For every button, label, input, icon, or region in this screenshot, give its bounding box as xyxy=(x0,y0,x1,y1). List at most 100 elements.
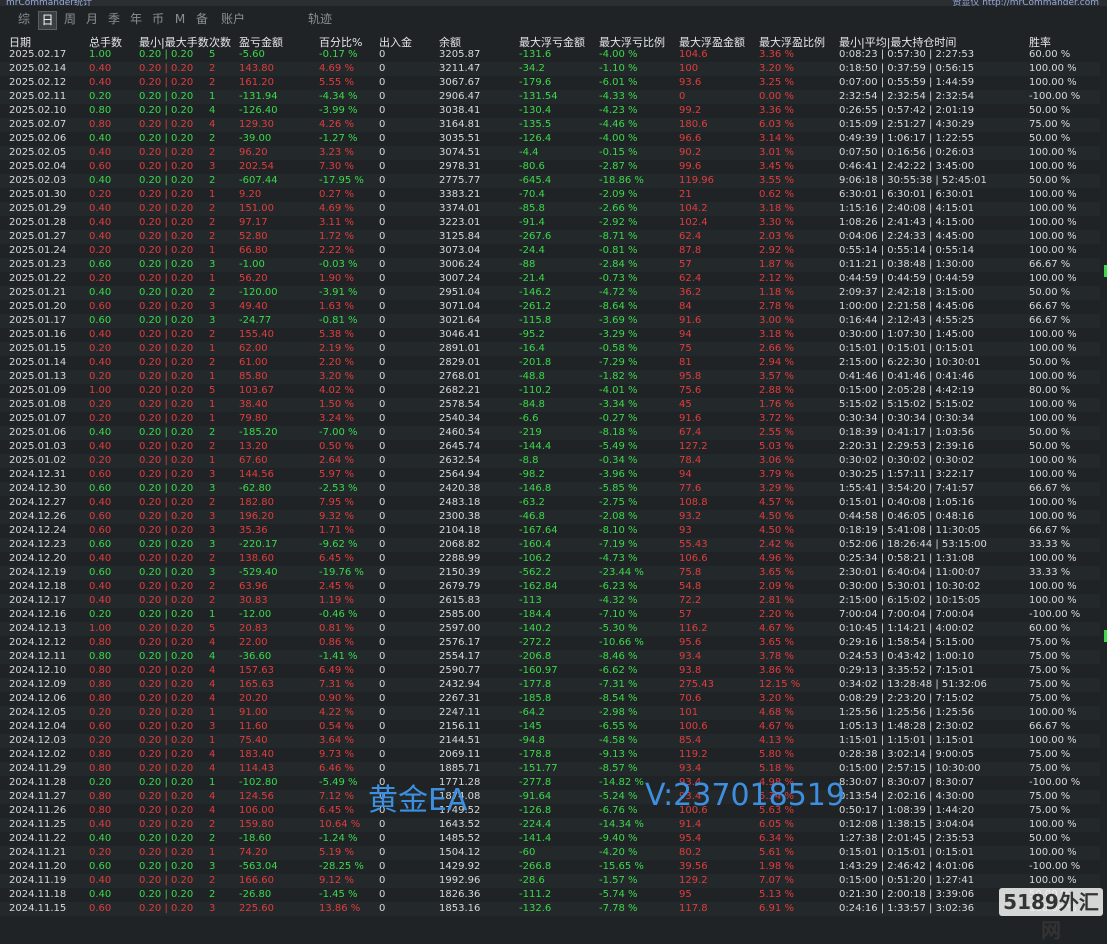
cell-percent: 2.20 % xyxy=(319,357,354,368)
table-row[interactable]: 2024.11.22 0.40 0.20 | 0.20 2 -18.60 -1.24 % 0… xyxy=(0,832,1100,846)
table-row[interactable]: 2025.01.27 0.40 0.20 | 0.20 2 52.80 1.72 % 0 31… xyxy=(0,230,1100,244)
cell-win-rate: 100.00 % xyxy=(1029,595,1077,606)
table-row[interactable]: 2025.01.13 0.20 0.20 | 0.20 1 85.80 3.20 % 0 27… xyxy=(0,370,1100,384)
table-row[interactable]: 2025.01.28 0.40 0.20 | 0.20 2 97.17 3.11 % 0 32… xyxy=(0,216,1100,230)
table-row[interactable]: 2025.01.15 0.20 0.20 | 0.20 1 62.00 2.19 % 0 28… xyxy=(0,342,1100,356)
table-row[interactable]: 2024.11.20 0.60 0.20 | 0.20 3 -563.04 -28.25 … xyxy=(0,860,1100,874)
table-row[interactable]: 2025.01.07 0.20 0.20 | 0.20 1 79.80 3.24 % 0 25… xyxy=(0,412,1100,426)
cell-win-rate: 75.00 % xyxy=(1029,679,1071,690)
table-row[interactable]: 2024.12.19 0.60 0.20 | 0.20 3 -529.40 -19.76 … xyxy=(0,566,1100,580)
table-row[interactable]: 2025.01.21 0.40 0.20 | 0.20 2 -120.00 -3.91 %… xyxy=(0,286,1100,300)
tab-monthly[interactable]: 月 xyxy=(84,11,100,28)
cell-min-max-lots: 0.20 | 0.20 xyxy=(139,91,194,102)
cell-pnl: 49.40 xyxy=(239,301,268,312)
table-row[interactable]: 2025.01.02 0.20 0.20 | 0.20 1 67.60 2.64 % 0 26… xyxy=(0,454,1100,468)
cell-balance: 2460.54 xyxy=(439,427,481,438)
cell-holding-time: 0:25:34 | 0:58:21 | 1:31:08 xyxy=(839,553,975,564)
tab-quarterly[interactable]: 季 xyxy=(106,11,122,28)
table-row[interactable]: 2025.02.04 0.60 0.20 | 0.20 3 202.54 7.30 % 0 2… xyxy=(0,160,1100,174)
table-row[interactable]: 2025.01.20 0.60 0.20 | 0.20 3 49.40 1.63 % 0 30… xyxy=(0,300,1100,314)
cell-deposit: 0 xyxy=(379,525,386,536)
cell-holding-time: 0:24:53 | 0:43:42 | 1:00:10 xyxy=(839,651,975,662)
cell-min-max-lots: 0.20 | 0.20 xyxy=(139,693,194,704)
cell-count: 2 xyxy=(209,63,216,74)
table-row[interactable]: 2025.02.05 0.40 0.20 | 0.20 2 96.20 3.23 % 0 30… xyxy=(0,146,1100,160)
cell-holding-time: 0:52:06 | 18:26:44 | 53:15:00 xyxy=(839,539,987,550)
table-row[interactable]: 2024.11.28 0.20 0.20 | 0.20 1 -102.80 -5.49 %… xyxy=(0,776,1100,790)
cell-max-float-profit: 91.6 xyxy=(679,413,702,424)
table-row[interactable]: 2025.01.24 0.20 0.20 | 0.20 1 66.80 2.22 % 0 30… xyxy=(0,244,1100,258)
table-row[interactable]: 2024.12.20 0.40 0.20 | 0.20 2 138.60 6.45 % 0 2… xyxy=(0,552,1100,566)
tab-overview[interactable]: 综 xyxy=(16,11,32,28)
tab-account[interactable]: 账户 xyxy=(218,11,248,28)
tab-currency[interactable]: 币 xyxy=(150,11,166,28)
tab-m[interactable]: M xyxy=(173,11,187,28)
table-row[interactable]: 2025.02.17 1.00 0.20 | 0.20 5 -5.60 -0.17 % 0 3… xyxy=(0,48,1100,62)
table-row[interactable]: 2025.01.22 0.20 0.20 | 0.20 1 56.20 1.90 % 0 30… xyxy=(0,272,1100,286)
table-row[interactable]: 2024.11.19 0.40 0.20 | 0.20 2 166.60 9.12 % 0 1… xyxy=(0,874,1100,888)
table-row[interactable]: 2024.12.02 0.80 0.20 | 0.20 4 183.40 9.73 % 0 2… xyxy=(0,748,1100,762)
cell-pnl: 22.00 xyxy=(239,637,268,648)
cell-percent: 6.49 % xyxy=(319,665,354,676)
table-row[interactable]: 2024.12.24 0.60 0.20 | 0.20 3 35.36 1.71 % 0 21… xyxy=(0,524,1100,538)
table-row[interactable]: 2025.01.30 0.20 0.20 | 0.20 1 9.20 0.27 % 0 338… xyxy=(0,188,1100,202)
cell-max-float-profit-pct: 6.34 % xyxy=(759,833,794,844)
table-row[interactable]: 2024.11.15 0.60 0.20 | 0.20 3 225.60 13.86 % 0… xyxy=(0,902,1100,916)
table-row[interactable]: 2024.12.12 0.80 0.20 | 0.20 4 22.00 0.86 % 0 25… xyxy=(0,636,1100,650)
table-row[interactable]: 2025.01.08 0.20 0.20 | 0.20 1 38.40 1.50 % 0 25… xyxy=(0,398,1100,412)
tab-track[interactable]: 轨迹 xyxy=(306,11,334,28)
table-row[interactable]: 2024.12.16 0.20 0.20 | 0.20 1 -12.00 -0.46 % 0… xyxy=(0,608,1100,622)
tab-yearly[interactable]: 年 xyxy=(128,11,144,28)
table-row[interactable]: 2024.12.10 0.80 0.20 | 0.20 4 157.63 6.49 % 0 2… xyxy=(0,664,1100,678)
table-row[interactable]: 2024.12.27 0.40 0.20 | 0.20 2 182.80 7.95 % 0 2… xyxy=(0,496,1100,510)
table-row[interactable]: 2025.02.06 0.40 0.20 | 0.20 2 -39.00 -1.27 % 0… xyxy=(0,132,1100,146)
table-row[interactable]: 2025.02.07 0.80 0.20 | 0.20 4 129.30 4.26 % 0 3… xyxy=(0,118,1100,132)
cell-holding-time: 0:16:44 | 2:12:43 | 4:55:25 xyxy=(839,315,975,326)
cell-max-float-loss: -151.77 xyxy=(519,763,558,774)
table-row[interactable]: 2025.02.03 0.40 0.20 | 0.20 2 -607.44 -17.95 … xyxy=(0,174,1100,188)
cell-date: 2025.01.27 xyxy=(9,231,67,242)
tab-weekly[interactable]: 周 xyxy=(62,11,78,28)
table-row[interactable]: 2024.12.31 0.60 0.20 | 0.20 3 144.56 5.97 % 0 2… xyxy=(0,468,1100,482)
table-row[interactable]: 2024.11.29 0.80 0.20 | 0.20 4 114.43 6.46 % 0 1… xyxy=(0,762,1100,776)
table-row[interactable]: 2025.01.23 0.60 0.20 | 0.20 3 -1.00 -0.03 % 0 3… xyxy=(0,258,1100,272)
table-row[interactable]: 2024.12.06 0.80 0.20 | 0.20 4 20.20 0.90 % 0 22… xyxy=(0,692,1100,706)
table-row[interactable]: 2024.12.26 0.60 0.20 | 0.20 3 196.20 9.32 % 0 2… xyxy=(0,510,1100,524)
table-row[interactable]: 2024.11.25 0.40 0.20 | 0.20 2 159.80 10.64 % 0… xyxy=(0,818,1100,832)
table-row[interactable]: 2024.12.11 0.80 0.20 | 0.20 4 -36.60 -1.41 % 0… xyxy=(0,650,1100,664)
cell-pnl: -39.00 xyxy=(239,133,272,144)
table-row[interactable]: 2024.12.05 0.20 0.20 | 0.20 1 91.00 4.22 % 0 22… xyxy=(0,706,1100,720)
table-row[interactable]: 2025.01.06 0.40 0.20 | 0.20 2 -185.20 -7.00 %… xyxy=(0,426,1100,440)
table-row[interactable]: 2024.11.27 0.80 0.20 | 0.20 4 124.56 7.12 % 0 1… xyxy=(0,790,1100,804)
table-row[interactable]: 2025.01.03 0.40 0.20 | 0.20 2 13.20 0.50 % 0 26… xyxy=(0,440,1100,454)
table-row[interactable]: 2024.12.30 0.60 0.20 | 0.20 3 -62.80 -2.53 % 0… xyxy=(0,482,1100,496)
table-row[interactable]: 2024.11.26 0.80 0.20 | 0.20 4 106.00 6.45 % 0 1… xyxy=(0,804,1100,818)
table-row[interactable]: 2024.12.13 1.00 0.20 | 0.20 5 20.83 0.81 % 0 25… xyxy=(0,622,1100,636)
table-row[interactable]: 2025.01.09 1.00 0.20 | 0.20 5 103.67 4.02 % 0 2… xyxy=(0,384,1100,398)
cell-deposit: 0 xyxy=(379,707,386,718)
cell-holding-time: 0:12:08 | 1:38:15 | 3:04:04 xyxy=(839,819,975,830)
cell-win-rate: -100.00 % xyxy=(1029,609,1081,620)
table-row[interactable]: 2025.02.11 0.20 0.20 | 0.20 1 -131.94 -4.34 %… xyxy=(0,90,1100,104)
table-row[interactable]: 2025.01.16 0.40 0.20 | 0.20 2 155.40 5.38 % 0 3… xyxy=(0,328,1100,342)
tab-daily[interactable]: 日 xyxy=(38,11,57,30)
tab-notes[interactable]: 备 xyxy=(194,11,210,28)
table-row[interactable]: 2024.12.18 0.40 0.20 | 0.20 2 63.96 2.45 % 0 26… xyxy=(0,580,1100,594)
table-row[interactable]: 2025.02.14 0.40 0.20 | 0.20 2 143.80 4.69 % 0 3… xyxy=(0,62,1100,76)
cell-max-float-profit: 102.4 xyxy=(679,217,708,228)
cell-total-lots: 0.60 xyxy=(89,861,112,872)
cell-total-lots: 0.40 xyxy=(89,203,112,214)
table-row[interactable]: 2025.01.29 0.40 0.20 | 0.20 2 151.00 4.69 % 0 3… xyxy=(0,202,1100,216)
table-row[interactable]: 2025.02.10 0.80 0.20 | 0.20 4 -126.40 -3.99 %… xyxy=(0,104,1100,118)
table-row[interactable]: 2025.01.14 0.40 0.20 | 0.20 2 61.00 2.20 % 0 28… xyxy=(0,356,1100,370)
table-row[interactable]: 2024.12.03 0.20 0.20 | 0.20 1 75.40 3.64 % 0 21… xyxy=(0,734,1100,748)
table-row[interactable]: 2024.11.21 0.20 0.20 | 0.20 1 74.20 5.19 % 0 15… xyxy=(0,846,1100,860)
table-row[interactable]: 2025.02.12 0.40 0.20 | 0.20 2 161.20 5.55 % 0 3… xyxy=(0,76,1100,90)
table-row[interactable]: 2024.11.18 0.40 0.20 | 0.20 2 -26.80 -1.45 % 0… xyxy=(0,888,1100,902)
table-row[interactable]: 2024.12.23 0.60 0.20 | 0.20 3 -220.17 -9.62 %… xyxy=(0,538,1100,552)
table-row[interactable]: 2024.12.04 0.60 0.20 | 0.20 3 11.60 0.54 % 0 21… xyxy=(0,720,1100,734)
table-row[interactable]: 2024.12.17 0.40 0.20 | 0.20 2 30.83 1.19 % 0 26… xyxy=(0,594,1100,608)
table-row[interactable]: 2024.12.09 0.80 0.20 | 0.20 4 165.63 7.31 % 0 2… xyxy=(0,678,1100,692)
cell-max-float-profit: 36.2 xyxy=(679,287,702,298)
table-row[interactable]: 2025.01.17 0.60 0.20 | 0.20 3 -24.77 -0.81 % 0… xyxy=(0,314,1100,328)
